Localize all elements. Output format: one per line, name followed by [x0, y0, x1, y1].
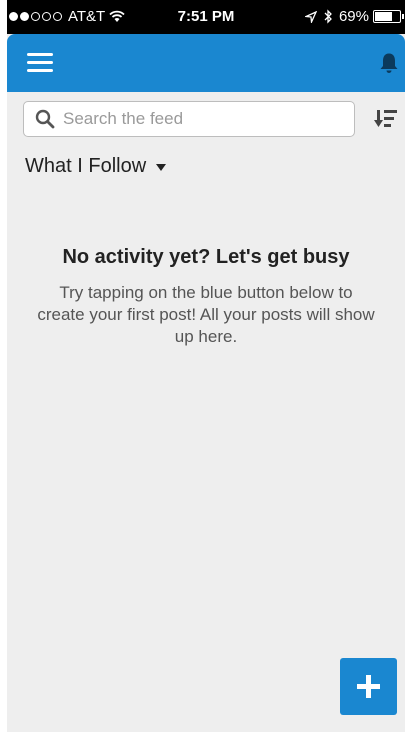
add-post-button[interactable]	[340, 658, 397, 715]
app-header	[7, 34, 405, 92]
search-bar[interactable]	[23, 101, 355, 137]
empty-state-title: No activity yet? Let's get busy	[62, 246, 350, 268]
empty-state-message: Try tapping on the blue button below to …	[37, 283, 375, 346]
feed-filter-label: What I Follow	[25, 155, 147, 177]
search-input[interactable]	[63, 109, 323, 129]
sort-order-icon[interactable]	[374, 108, 398, 130]
battery-fill	[375, 12, 392, 21]
status-bar: AT&T 7:51 PM 69%	[7, 0, 405, 34]
hamburger-menu-icon[interactable]	[27, 53, 53, 73]
bell-icon[interactable]	[379, 52, 399, 74]
app-screen: AT&T 7:51 PM 69% Search the feed What I …	[7, 0, 405, 732]
bluetooth-icon	[324, 9, 332, 24]
status-right: 69%	[304, 8, 404, 25]
battery-icon	[373, 10, 404, 23]
battery-cap	[402, 14, 404, 19]
search-icon	[35, 109, 55, 129]
feed-filter-dropdown[interactable]: What I Follow	[25, 155, 167, 178]
battery-percentage: 69%	[338, 8, 369, 25]
caret-down-icon	[156, 164, 167, 171]
plus-icon-vertical	[366, 675, 371, 698]
location-arrow-icon	[304, 10, 317, 23]
